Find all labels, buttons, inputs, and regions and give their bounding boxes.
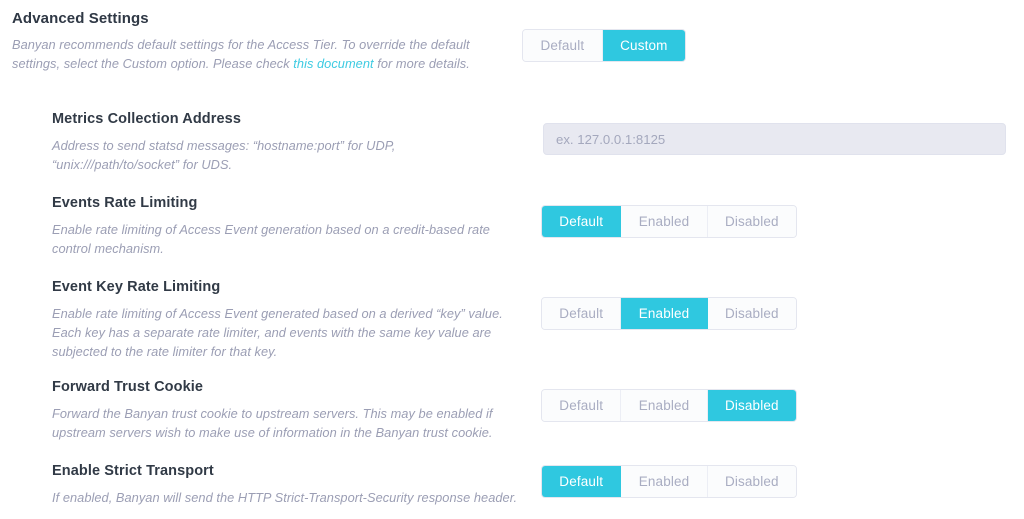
enable-strict-transport-option-enabled[interactable]: Enabled — [621, 466, 708, 497]
setting-title: Events Rate Limiting — [52, 195, 198, 211]
mode-toggle-option-default[interactable]: Default — [523, 30, 603, 61]
forward-trust-cookie-option-default[interactable]: Default — [542, 390, 622, 421]
forward-trust-cookie-option-disabled[interactable]: Disabled — [707, 390, 796, 421]
events-rate-limiting-option-enabled[interactable]: Enabled — [621, 206, 708, 237]
setting-enable-strict-transport: Enable Strict Transport If enabled, Bany… — [52, 461, 522, 507]
events-rate-limiting-option-disabled[interactable]: Disabled — [707, 206, 796, 237]
setting-title: Forward Trust Cookie — [52, 379, 204, 395]
this-document-link[interactable]: this document — [293, 56, 373, 71]
setting-description: Address to send statsd messages: “hostna… — [52, 138, 396, 172]
metrics-collection-address-input[interactable] — [543, 123, 1006, 155]
enable-strict-transport-toggle-group[interactable]: Default Enabled Disabled — [541, 465, 797, 498]
page-title: Advanced Settings — [12, 10, 149, 27]
setting-description: Forward the Banyan trust cookie to upstr… — [52, 406, 493, 440]
events-rate-limiting-option-default[interactable]: Default — [542, 206, 622, 237]
setting-title: Event Key Rate Limiting — [52, 279, 221, 295]
forward-trust-cookie-toggle-group[interactable]: Default Enabled Disabled — [541, 389, 797, 422]
setting-events-rate-limiting: Events Rate Limiting Enable rate limitin… — [52, 193, 522, 258]
advanced-settings-header: Advanced Settings Banyan recommends defa… — [12, 9, 512, 73]
event-key-rate-limiting-toggle-group[interactable]: Default Enabled Disabled — [541, 297, 797, 330]
setting-event-key-rate-limiting: Event Key Rate Limiting Enable rate limi… — [52, 277, 522, 361]
enable-strict-transport-option-default[interactable]: Default — [542, 466, 622, 497]
mode-toggle-option-custom[interactable]: Custom — [602, 30, 685, 61]
event-key-rate-limiting-option-disabled[interactable]: Disabled — [707, 298, 796, 329]
setting-forward-trust-cookie: Forward Trust Cookie Forward the Banyan … — [52, 377, 522, 442]
event-key-rate-limiting-option-default[interactable]: Default — [542, 298, 622, 329]
setting-metrics-collection-address: Metrics Collection Address Address to se… — [52, 109, 522, 174]
setting-description: Enable rate limiting of Access Event gen… — [52, 222, 490, 256]
events-rate-limiting-toggle-group[interactable]: Default Enabled Disabled — [541, 205, 797, 238]
event-key-rate-limiting-option-enabled[interactable]: Enabled — [621, 298, 708, 329]
forward-trust-cookie-option-enabled[interactable]: Enabled — [621, 390, 708, 421]
page-description: Banyan recommends default settings for t… — [12, 35, 482, 73]
setting-description: If enabled, Banyan will send the HTTP St… — [52, 490, 518, 505]
setting-description: Enable rate limiting of Access Event gen… — [52, 306, 503, 359]
page-description-text-after-link: for more details. — [373, 56, 470, 71]
setting-title: Metrics Collection Address — [52, 111, 241, 127]
setting-title: Enable Strict Transport — [52, 463, 214, 479]
mode-toggle-group[interactable]: Default Custom — [522, 29, 686, 62]
enable-strict-transport-option-disabled[interactable]: Disabled — [707, 466, 796, 497]
